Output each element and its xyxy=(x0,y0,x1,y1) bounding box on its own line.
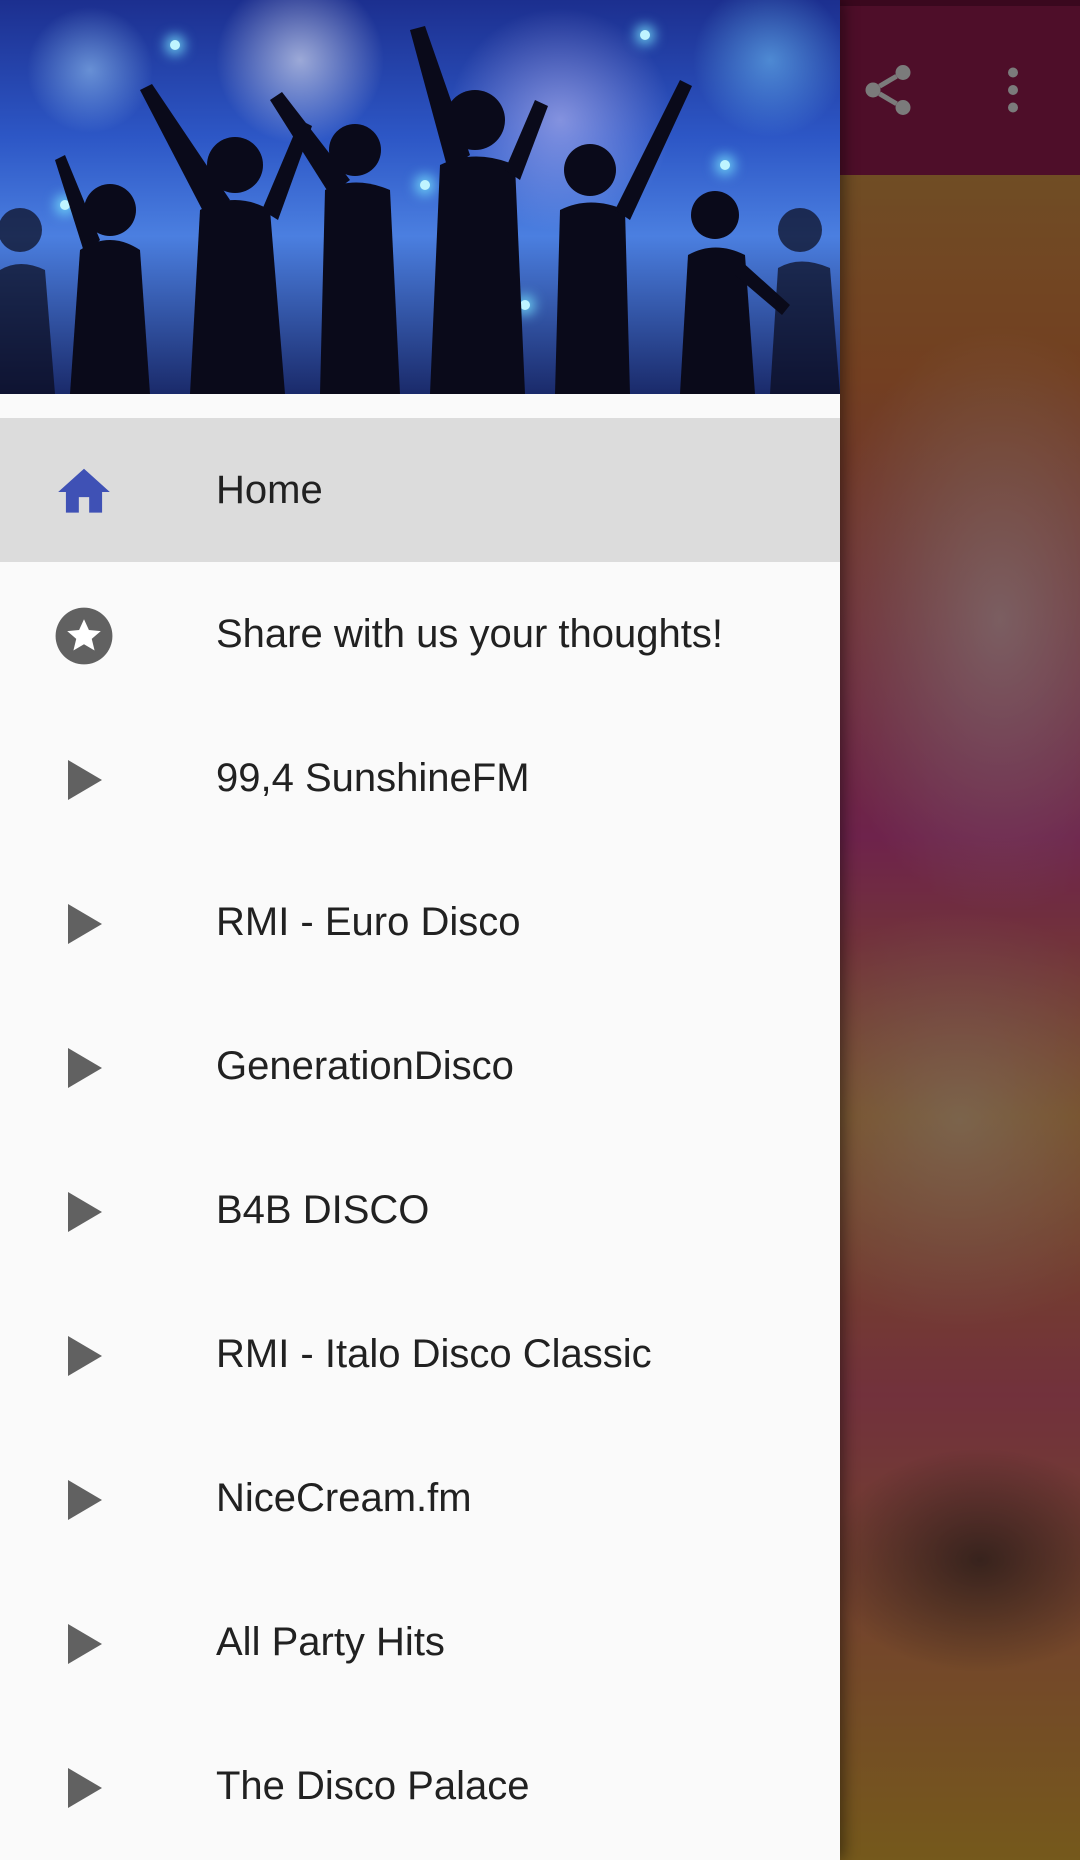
menu-item-station[interactable]: B4B DISCO xyxy=(0,1138,840,1282)
menu-item-label: GenerationDisco xyxy=(216,1043,514,1088)
play-icon xyxy=(52,1468,116,1532)
menu-item-station[interactable]: NiceCream.fm xyxy=(0,1426,840,1570)
menu-item-home[interactable]: Home xyxy=(0,418,840,562)
menu-item-label: Home xyxy=(216,467,323,512)
play-icon xyxy=(52,1756,116,1820)
menu-item-station[interactable]: 99,4 SunshineFM xyxy=(0,706,840,850)
home-icon xyxy=(52,460,116,524)
menu-item-label: NiceCream.fm xyxy=(216,1475,472,1520)
drawer-header-image xyxy=(0,0,840,394)
menu-item-station[interactable]: GenerationDisco xyxy=(0,994,840,1138)
star-circle-icon xyxy=(52,604,116,668)
menu-item-station[interactable]: The Disco Palace xyxy=(0,1714,840,1858)
crowd-silhouette xyxy=(0,26,840,394)
menu-item-station[interactable]: RMI - Italo Disco Classic xyxy=(0,1282,840,1426)
menu-item-label: Share with us your thoughts! xyxy=(216,611,723,656)
menu-item-share-thoughts[interactable]: Share with us your thoughts! xyxy=(0,562,840,706)
play-icon xyxy=(52,1324,116,1388)
play-icon xyxy=(52,892,116,956)
play-icon xyxy=(52,748,116,812)
menu-item-label: All Party Hits xyxy=(216,1619,445,1664)
app-root: Home Share with us your thoughts! 99,4 S… xyxy=(0,0,1080,1860)
menu-item-label: 99,4 SunshineFM xyxy=(216,755,530,800)
navigation-drawer: Home Share with us your thoughts! 99,4 S… xyxy=(0,0,840,1860)
play-icon xyxy=(52,1036,116,1100)
menu-item-label: B4B DISCO xyxy=(216,1187,430,1232)
play-icon xyxy=(52,1612,116,1676)
play-icon xyxy=(52,1180,116,1244)
menu-item-label: RMI - Italo Disco Classic xyxy=(216,1331,652,1376)
menu-item-label: The Disco Palace xyxy=(216,1763,530,1808)
drawer-menu: Home Share with us your thoughts! 99,4 S… xyxy=(0,418,840,1858)
menu-item-station[interactable]: All Party Hits xyxy=(0,1570,840,1714)
menu-item-label: RMI - Euro Disco xyxy=(216,899,521,944)
menu-item-station[interactable]: RMI - Euro Disco xyxy=(0,850,840,994)
